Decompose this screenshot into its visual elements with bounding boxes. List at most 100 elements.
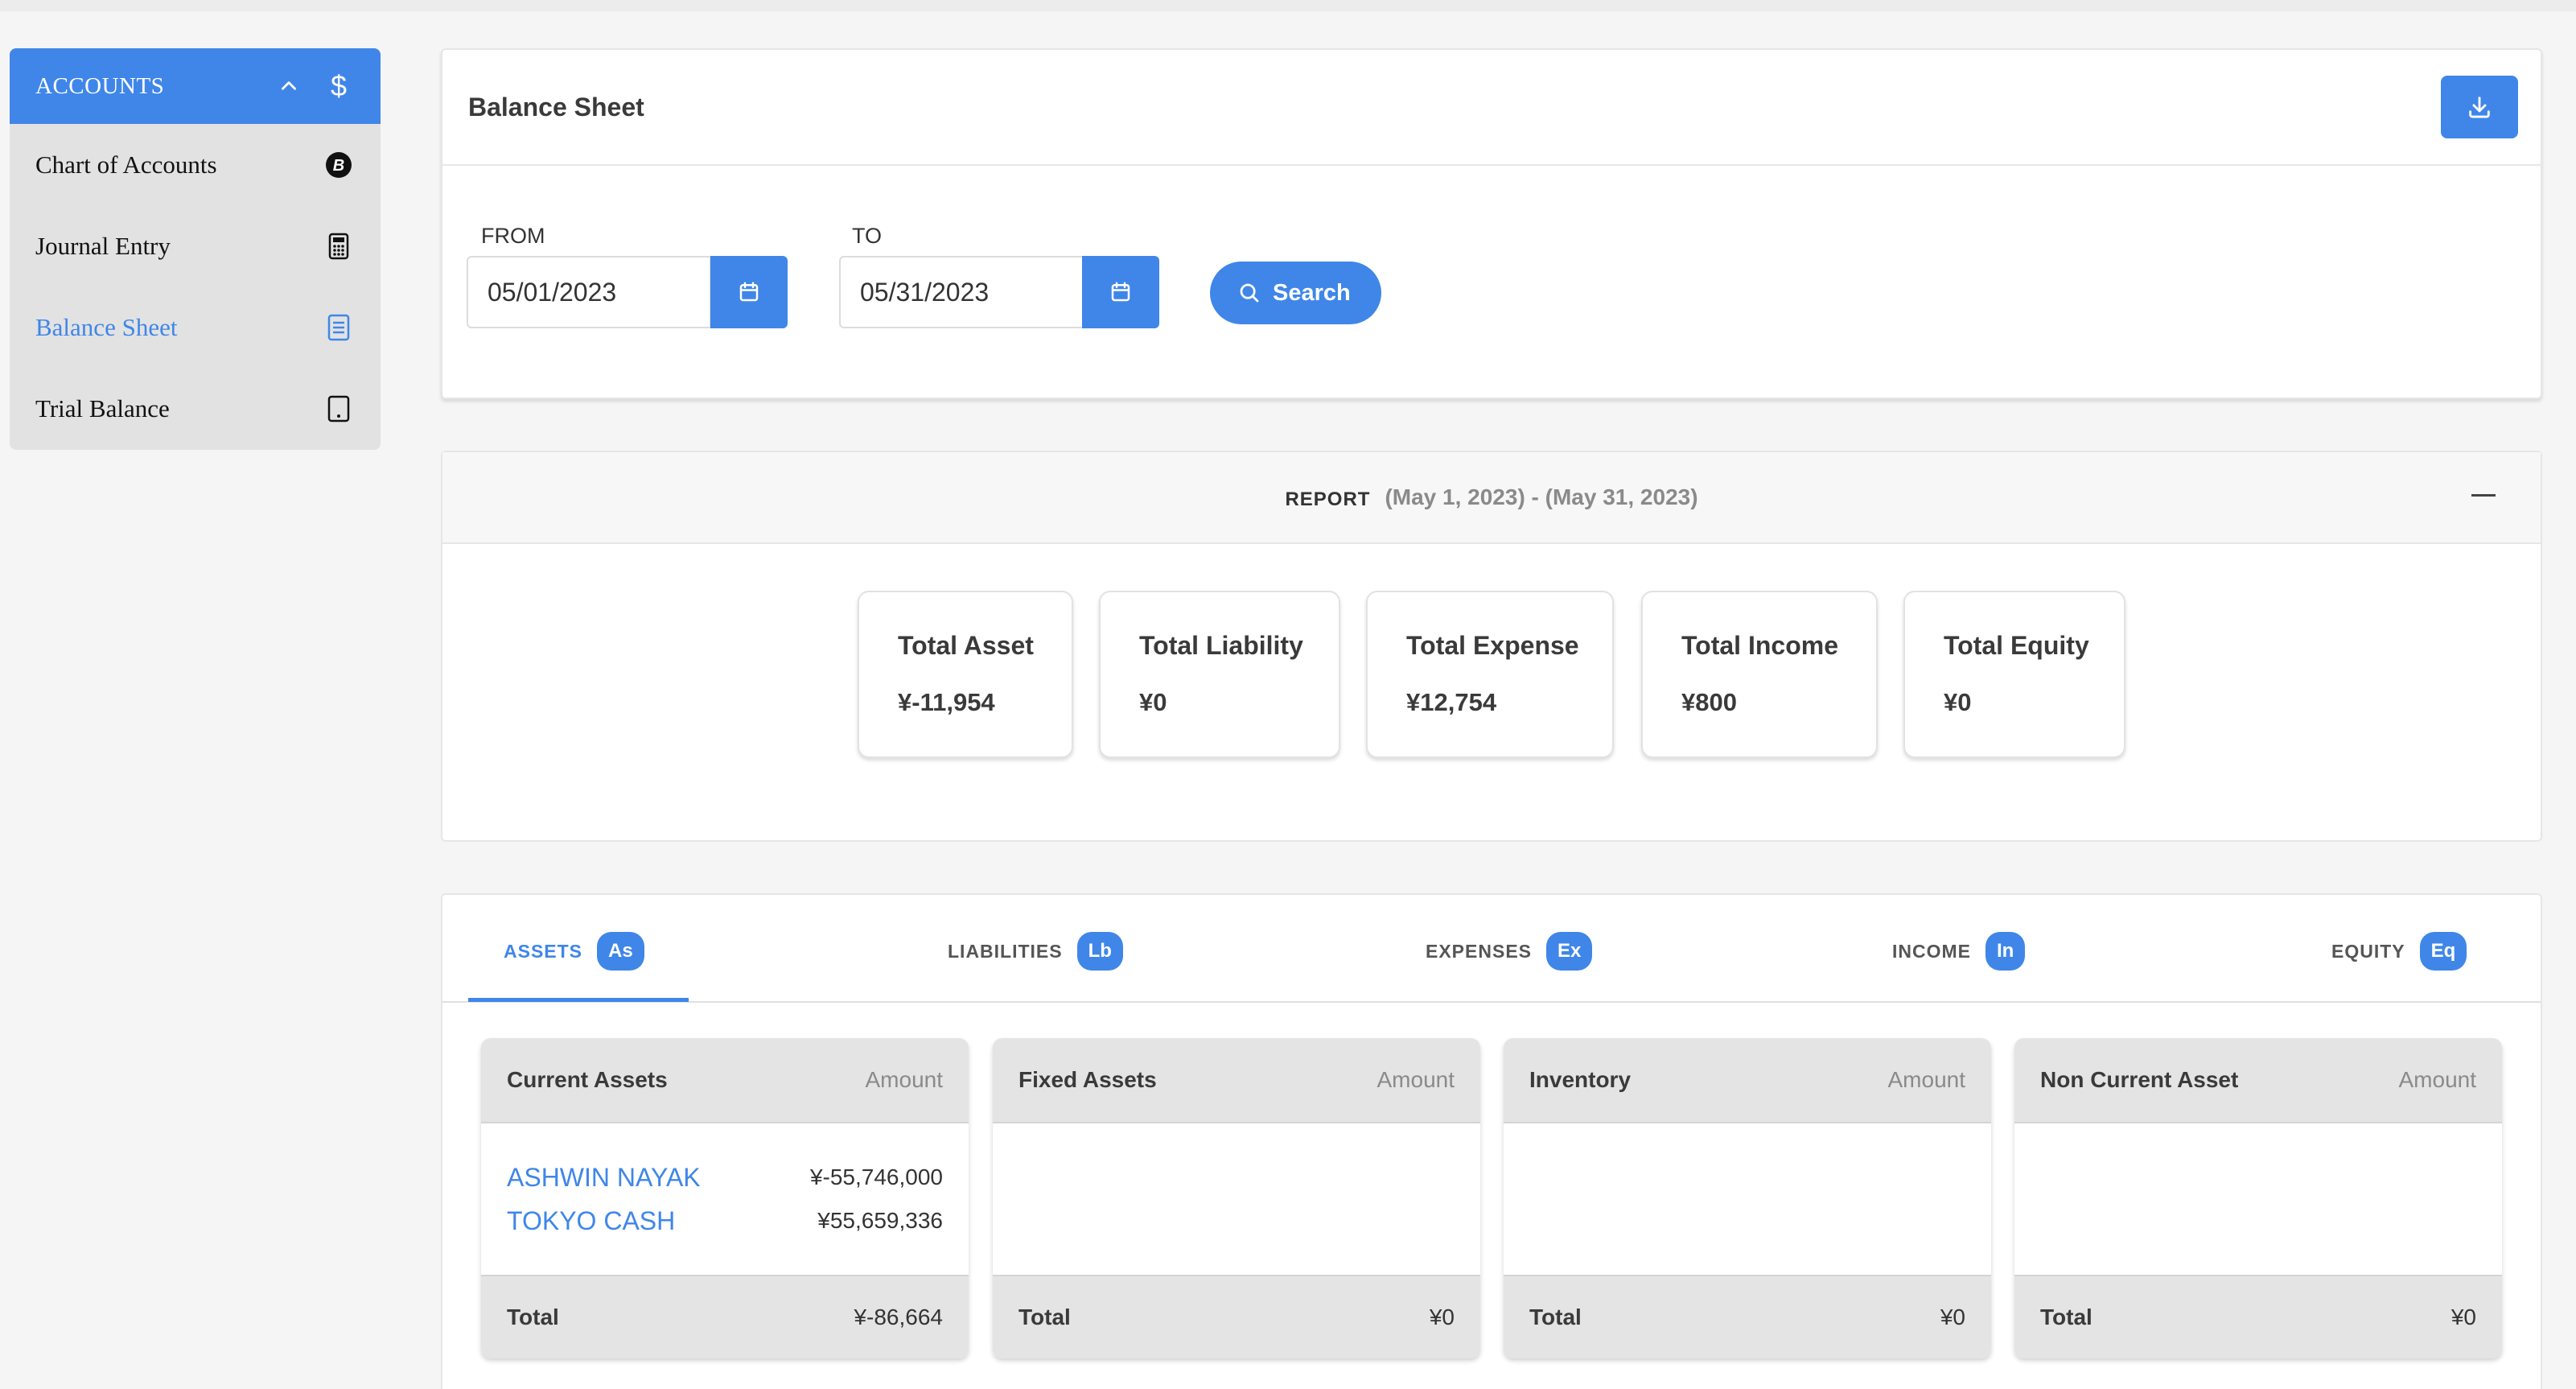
collapse-icon[interactable] (2471, 494, 2496, 497)
calculator-icon (323, 230, 355, 262)
tab-expenses[interactable]: EXPENSES Ex (1426, 932, 1593, 971)
sidebar-item-label: Journal Entry (35, 231, 171, 260)
total-label: Total (2040, 1305, 2092, 1329)
bitcoin-icon: B (323, 149, 355, 181)
from-date-input[interactable]: 05/01/2023 (467, 256, 711, 328)
top-strip (0, 0, 2576, 11)
stat-title: Total Equity (1944, 631, 2089, 660)
amount-column-header: Amount (1887, 1067, 1966, 1092)
search-icon (1240, 283, 1259, 303)
tab-badge: In (1985, 932, 2026, 971)
sidebar-item-balance-sheet[interactable]: Balance Sheet (10, 286, 381, 368)
total-label: Total (1018, 1305, 1071, 1329)
asset-group-non-current-asset: Non Current Asset Amount Total ¥0 (2014, 1038, 2502, 1358)
asset-group-footer: Total ¥-86,664 (481, 1275, 969, 1358)
asset-group-title: Fixed Assets (1018, 1067, 1157, 1092)
asset-group-header: Fixed Assets Amount (993, 1038, 1480, 1123)
dollar-icon: $ (330, 69, 348, 102)
asset-group-header: Current Assets Amount (481, 1038, 969, 1123)
asset-group-body: ASHWIN NAYAK ¥-55,746,000 TOKYO CASH ¥55… (481, 1123, 969, 1275)
tab-badge: Eq (2419, 932, 2467, 971)
from-calendar-button[interactable] (710, 256, 788, 328)
asset-group-header: Non Current Asset Amount (2014, 1038, 2502, 1123)
asset-group-body (2014, 1123, 2502, 1275)
stat-card-total-liability: Total Liability ¥0 (1099, 591, 1340, 758)
balance-sheet-header: Balance Sheet (442, 50, 2541, 166)
svg-text:B: B (333, 157, 344, 175)
stat-title: Total Liability (1139, 631, 1303, 660)
asset-group-title: Inventory (1529, 1067, 1632, 1092)
sidebar-header-accounts[interactable]: ACCOUNTS $ (10, 48, 381, 124)
report-range: (May 1, 2023) - (May 31, 2023) (1385, 484, 1698, 509)
tab-label: EXPENSES (1426, 940, 1532, 962)
tab-label: LIABILITIES (948, 940, 1063, 962)
asset-group-body (993, 1123, 1480, 1275)
download-button[interactable] (2441, 76, 2518, 138)
report-header: REPORT (May 1, 2023) - (May 31, 2023) (442, 452, 2541, 544)
account-link[interactable]: ASHWIN NAYAK (507, 1163, 810, 1193)
stat-value: ¥0 (1139, 688, 1167, 716)
to-calendar-button[interactable] (1082, 256, 1159, 328)
asset-group-current-assets: Current Assets Amount ASHWIN NAYAK ¥-55,… (481, 1038, 969, 1358)
stat-title: Total Asset (898, 631, 1034, 660)
amount-column-header: Amount (2398, 1067, 2477, 1092)
page-title: Balance Sheet (468, 92, 644, 122)
amount-column-header: Amount (1376, 1067, 1455, 1092)
tab-bar: ASSETS As LIABILITIES Lb EXPENSES Ex INC… (442, 895, 2541, 1003)
tab-liabilities[interactable]: LIABILITIES Lb (948, 932, 1123, 971)
download-icon (2469, 97, 2490, 118)
asset-group-inventory: Inventory Amount Total ¥0 (1504, 1038, 1991, 1358)
tab-badge: Ex (1546, 932, 1593, 971)
asset-group-footer: Total ¥0 (1504, 1275, 1991, 1358)
report-label: REPORT (1285, 488, 1371, 510)
to-date-input[interactable]: 05/31/2023 (839, 256, 1084, 328)
total-value: ¥0 (1940, 1305, 1965, 1329)
sidebar-item-label: Chart of Accounts (35, 150, 217, 179)
total-value: ¥0 (1429, 1305, 1455, 1329)
stat-title: Total Income (1681, 631, 1838, 660)
amount-column-header: Amount (865, 1067, 944, 1092)
tab-income[interactable]: INCOME In (1892, 932, 2026, 971)
balance-sheet-card: Balance Sheet (441, 48, 2542, 399)
asset-group-footer: Total ¥0 (2014, 1275, 2502, 1358)
stat-value: ¥-11,954 (898, 688, 995, 716)
stat-card-total-asset: Total Asset ¥-11,954 (858, 591, 1073, 758)
sidebar-item-label: Trial Balance (35, 394, 170, 422)
sidebar: ACCOUNTS $ Chart of Accounts B Journal E… (10, 48, 381, 450)
stat-title: Total Expense (1406, 631, 1579, 660)
total-value: ¥-86,664 (854, 1305, 943, 1329)
calendar-icon (739, 282, 759, 302)
stat-card-total-equity: Total Equity ¥0 (1903, 591, 2125, 758)
stat-value: ¥12,754 (1406, 688, 1497, 716)
sidebar-header-label: ACCOUNTS (35, 72, 165, 99)
asset-group-header: Inventory Amount (1504, 1038, 1991, 1123)
tab-equity[interactable]: EQUITY Eq (2331, 932, 2467, 971)
stat-value: ¥800 (1681, 688, 1737, 716)
asset-group-title: Non Current Asset (2040, 1067, 2239, 1092)
search-button-label: Search (1273, 279, 1351, 306)
sidebar-item-chart-of-accounts[interactable]: Chart of Accounts B (10, 124, 381, 205)
asset-group-body (1504, 1123, 1991, 1275)
calendar-icon (1111, 282, 1130, 302)
asset-group-title: Current Assets (507, 1067, 668, 1092)
account-amount: ¥55,659,336 (817, 1208, 943, 1233)
total-label: Total (1529, 1305, 1582, 1329)
account-amount: ¥-55,746,000 (809, 1164, 943, 1189)
sidebar-item-journal-entry[interactable]: Journal Entry (10, 205, 381, 286)
account-link[interactable]: TOKYO CASH (507, 1206, 817, 1236)
stat-value: ¥0 (1944, 688, 1972, 716)
chevron-up-icon[interactable] (273, 70, 305, 102)
tab-assets[interactable]: ASSETS As (504, 932, 644, 971)
tab-badge: Lb (1076, 932, 1123, 971)
tab-label: ASSETS (504, 940, 583, 962)
asset-group-fixed-assets: Fixed Assets Amount Total ¥0 (993, 1038, 1480, 1358)
tab-label: INCOME (1892, 940, 1971, 962)
tab-label: EQUITY (2331, 940, 2405, 962)
total-label: Total (507, 1305, 559, 1329)
from-label: FROM (481, 224, 545, 248)
asset-group-footer: Total ¥0 (993, 1275, 1480, 1358)
sidebar-item-trial-balance[interactable]: Trial Balance (10, 368, 381, 449)
table-row: ASHWIN NAYAK ¥-55,746,000 (507, 1156, 943, 1199)
stat-card-total-expense: Total Expense ¥12,754 (1366, 591, 1614, 758)
search-button[interactable]: Search (1210, 262, 1381, 324)
